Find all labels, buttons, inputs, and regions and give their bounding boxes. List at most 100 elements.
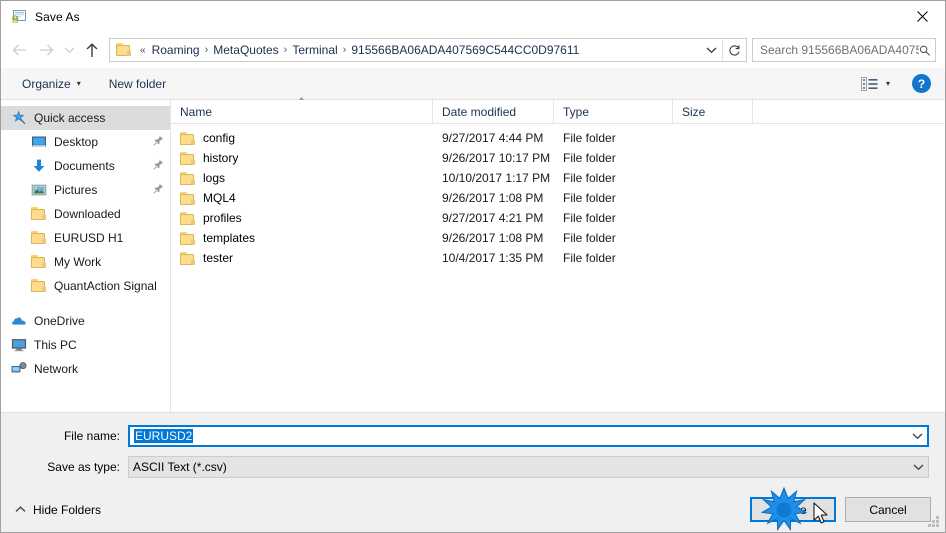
folder-icon [180,231,196,245]
table-row[interactable]: tester 10/4/2017 1:35 PM File folder [171,248,945,268]
file-name: history [203,151,239,165]
file-date: 9/27/2017 4:44 PM [442,131,544,145]
chevron-up-icon [15,505,26,515]
search-box[interactable]: Search 915566BA06ADA40756... [752,38,936,62]
new-folder-button[interactable]: New folder [102,73,173,95]
chevron-down-icon: ▾ [885,79,890,88]
file-name-dropdown-button[interactable] [907,432,927,440]
chevron-down-icon [912,433,922,440]
help-button[interactable]: ? [912,74,931,93]
table-row[interactable]: templates 9/26/2017 1:08 PM File folder [171,228,945,248]
file-name-input[interactable]: EURUSD2 [128,425,929,447]
documents-download-icon [31,158,47,174]
search-input[interactable]: Search 915566BA06ADA40756... [760,43,919,57]
refresh-icon [729,44,740,56]
breadcrumb-separator[interactable]: › [282,44,290,56]
breadcrumb-overflow[interactable]: « [137,45,149,56]
breadcrumb-item-terminal-id[interactable]: 915566BA06ADA407569C544CC0D97611 [348,41,582,59]
sidebar-item-quick-access[interactable]: Quick access [1,106,170,130]
table-row[interactable]: MQL4 9/26/2017 1:08 PM File folder [171,188,945,208]
file-type: File folder [563,151,616,165]
column-header-name[interactable]: ⌃ Name [171,97,433,123]
dialog-body: Quick access Desktop Documents Pictures … [1,97,945,412]
address-dropdown-button[interactable] [700,39,722,61]
table-row[interactable]: logs 10/10/2017 1:17 PM File folder [171,168,945,188]
change-view-button[interactable]: ▾ [855,73,896,95]
back-button[interactable] [7,37,33,63]
file-name-cell: MQL4 [171,191,433,205]
save-as-icon [10,8,27,25]
file-type-row: Save as type: ASCII Text (*.csv) [17,456,929,478]
footer-buttons: Save Cancel [750,497,931,522]
recent-locations-button[interactable] [59,37,79,63]
chevron-down-icon: ▾ [76,79,81,88]
folder-icon [180,171,196,185]
sidebar-item-onedrive[interactable]: OneDrive [1,309,170,333]
breadcrumb-item-metaquotes[interactable]: MetaQuotes [210,41,281,59]
file-list-pane: ⌃ Name Date modified Type Size config 9/… [171,97,945,412]
sidebar-item-label: Downloaded [54,207,121,221]
breadcrumb-item-roaming[interactable]: Roaming [149,41,203,59]
folder-icon [180,191,196,205]
chevron-down-icon [706,47,716,54]
chevron-down-icon [64,47,74,54]
file-name: MQL4 [203,191,236,205]
pin-icon[interactable] [153,135,164,149]
column-header-date-modified[interactable]: Date modified [433,100,554,123]
column-label: Name [180,104,213,119]
file-name: logs [203,171,226,185]
file-name: config [203,131,236,145]
close-button[interactable] [899,1,945,31]
organize-button[interactable]: Organize ▾ [15,73,88,95]
save-label: Save [779,502,807,517]
file-type-select[interactable]: ASCII Text (*.csv) [128,456,929,478]
breadcrumb-item-terminal[interactable]: Terminal [289,41,340,59]
sidebar-item-my-work[interactable]: My Work [1,250,170,274]
breadcrumb-separator[interactable]: › [203,44,211,56]
pin-icon[interactable] [153,183,164,197]
table-row[interactable]: config 9/27/2017 4:44 PM File folder [171,128,945,148]
table-row[interactable]: profiles 9/27/2017 4:21 PM File folder [171,208,945,228]
save-as-dialog: Save As « Roaming › MetaQuotes › Termina… [0,0,946,533]
sidebar-item-network[interactable]: Network [1,357,170,381]
new-folder-label: New folder [108,76,167,91]
sort-ascending-icon: ⌃ [297,97,306,108]
file-name-cell: history [171,151,433,165]
sidebar-item-this-pc[interactable]: This PC [1,333,170,357]
folder-icon [31,278,47,294]
sidebar-item-pictures[interactable]: Pictures [1,178,170,202]
file-date: 9/26/2017 10:17 PM [442,151,551,165]
search-icon [920,45,931,56]
sidebar-item-documents[interactable]: Documents [1,154,170,178]
refresh-button[interactable] [722,39,746,61]
sidebar-item-downloaded[interactable]: Downloaded [1,202,170,226]
up-button[interactable] [79,37,105,63]
folder-icon [31,230,47,246]
file-name-value[interactable]: EURUSD2 [130,429,907,443]
column-header-size[interactable]: Size [673,100,753,123]
address-bar[interactable]: « Roaming › MetaQuotes › Terminal › 9155… [109,38,747,62]
sidebar-item-label: QuantAction Signal [54,279,157,293]
save-button[interactable]: Save [750,497,836,522]
forward-button[interactable] [33,37,59,63]
folder-icon [116,43,132,57]
column-header-type[interactable]: Type [554,100,673,123]
sidebar-item-label: EURUSD H1 [54,231,124,245]
cancel-button[interactable]: Cancel [845,497,931,522]
table-row[interactable]: history 9/26/2017 10:17 PM File folder [171,148,945,168]
breadcrumb: « Roaming › MetaQuotes › Terminal › 9155… [137,41,700,59]
chevron-down-icon [913,464,923,471]
file-name-cell: profiles [171,211,433,225]
folder-icon [180,211,196,225]
command-bar: Organize ▾ New folder ▾ ? [1,68,945,100]
file-type-dropdown-button[interactable] [908,463,928,471]
sidebar-item-eurusd-h1[interactable]: EURUSD H1 [1,226,170,250]
sidebar-item-desktop[interactable]: Desktop [1,130,170,154]
pictures-icon [31,182,47,198]
file-date: 10/10/2017 1:17 PM [442,171,551,185]
breadcrumb-separator[interactable]: › [341,44,349,56]
sidebar-item-quantaction-signal[interactable]: QuantAction Signal [1,274,170,298]
file-type: File folder [563,191,616,205]
hide-folders-button[interactable]: Hide Folders [11,499,105,521]
pin-icon[interactable] [153,159,164,173]
